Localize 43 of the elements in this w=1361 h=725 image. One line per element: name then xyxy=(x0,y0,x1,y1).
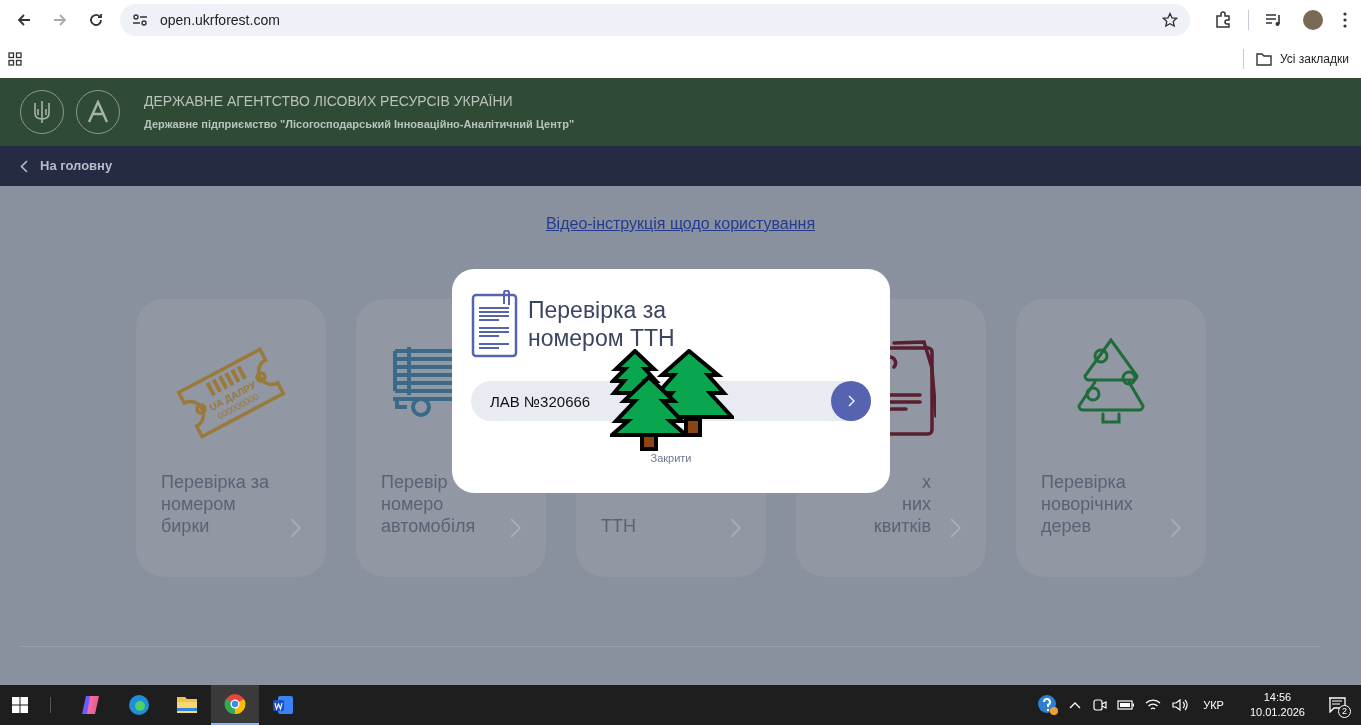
profile-avatar[interactable] xyxy=(1303,10,1323,30)
speaker-icon[interactable] xyxy=(1171,698,1190,712)
notifications-button[interactable]: 2 xyxy=(1323,692,1351,718)
back-arrow-icon xyxy=(16,12,32,28)
home-link[interactable]: На головну xyxy=(20,156,113,176)
chevron-right-icon xyxy=(950,518,961,538)
address-bar[interactable]: open.ukrforest.com xyxy=(120,4,1190,36)
chat-bubble-icon xyxy=(1328,697,1346,713)
submit-button[interactable] xyxy=(831,381,871,421)
clock[interactable]: 14:56 10.01.2026 xyxy=(1249,690,1305,720)
url-text: open.ukrforest.com xyxy=(160,10,280,30)
document-icon xyxy=(471,290,519,358)
agency-subtitle: Державне підприємство "Лісогосподарський Інноваційно-Аналітичний Центр" xyxy=(144,117,575,133)
bookmarks-folder[interactable]: Усі закладки xyxy=(1256,50,1349,68)
language-indicator[interactable]: УКР xyxy=(1203,696,1224,714)
trident-icon xyxy=(33,99,51,125)
agency-title: ДЕРЖАВНЕ АГЕНТСТВО ЛІСОВИХ РЕСУРСІВ УКРАЇНИ xyxy=(144,92,514,112)
battery-icon[interactable] xyxy=(1117,699,1136,711)
ticket-icon xyxy=(176,347,286,439)
media-controls-icon[interactable] xyxy=(1265,13,1283,27)
chevron-right-icon xyxy=(1170,518,1181,538)
clipboard-icon xyxy=(890,340,936,438)
chevron-right-icon xyxy=(510,518,521,538)
help-icon[interactable] xyxy=(1037,694,1060,716)
site-settings-icon xyxy=(132,13,148,27)
apps-grid-icon[interactable] xyxy=(8,52,22,66)
forward-arrow-icon xyxy=(52,12,68,28)
chevron-left-icon xyxy=(20,159,28,173)
wifi-icon[interactable] xyxy=(1145,698,1162,712)
chevron-up-icon[interactable] xyxy=(1069,701,1082,709)
chrome-app-icon[interactable] xyxy=(211,685,259,725)
letter-a-emblem-icon xyxy=(86,100,110,124)
extensions-icon[interactable] xyxy=(1214,11,1232,29)
chevron-right-icon xyxy=(847,395,855,407)
reload-icon xyxy=(88,12,104,28)
star-icon[interactable] xyxy=(1162,12,1178,28)
chevron-right-icon xyxy=(730,518,741,538)
folder-icon xyxy=(1256,52,1272,66)
close-button[interactable]: Закрити xyxy=(650,450,692,467)
menu-icon[interactable] xyxy=(1343,12,1347,28)
chevron-right-icon xyxy=(290,518,301,538)
meet-now-icon[interactable] xyxy=(1091,697,1108,713)
start-button[interactable] xyxy=(12,697,28,713)
